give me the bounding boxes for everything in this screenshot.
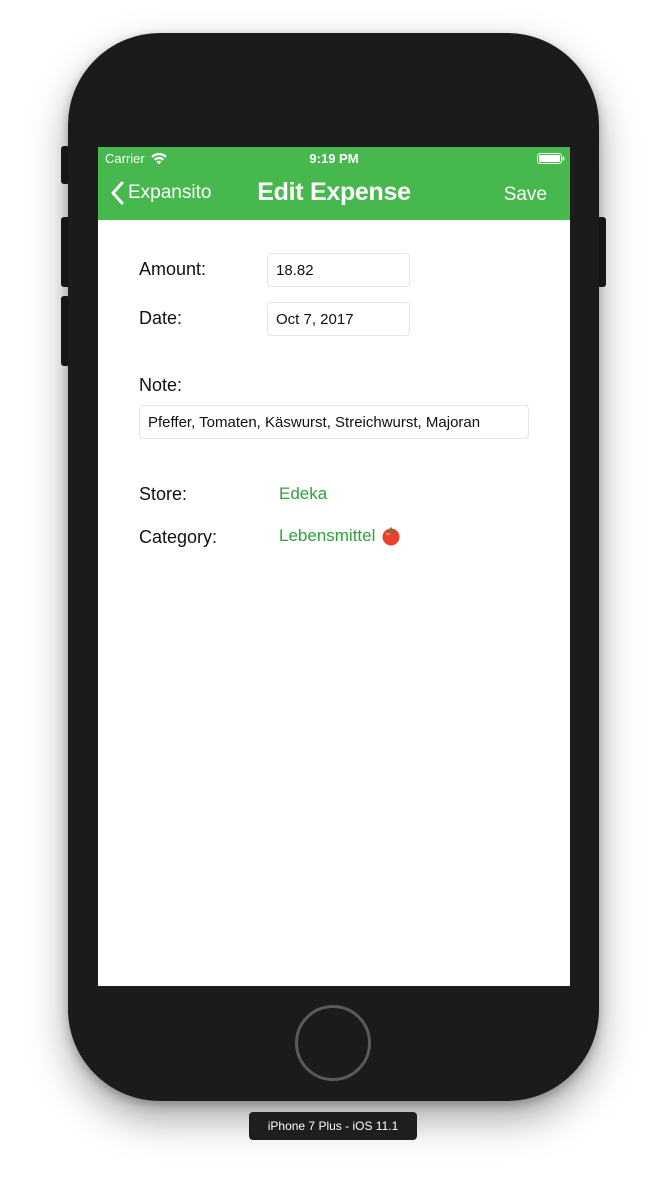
save-button[interactable]: Save (504, 184, 547, 206)
back-button-label: Expansito (128, 182, 212, 203)
category-label: Category: (139, 527, 218, 547)
category-value: Lebensmittel (279, 526, 376, 545)
date-label: Date: (139, 308, 183, 328)
simulator-stage: Carrier 9:19 PM Expansito Edit Expense S… (0, 0, 667, 1182)
home-button[interactable] (295, 1005, 371, 1081)
back-button[interactable]: Expansito (110, 181, 211, 205)
battery-icon (537, 153, 565, 164)
amount-label: Amount: (139, 259, 207, 279)
navigation-bar: Carrier 9:19 PM Expansito Edit Expense S… (98, 147, 570, 220)
note-input[interactable] (139, 405, 529, 439)
store-value: Edeka (279, 484, 328, 503)
tomato-icon (382, 527, 400, 546)
date-input[interactable] (267, 302, 410, 336)
device-caption: iPhone 7 Plus - iOS 11.1 (249, 1112, 417, 1140)
category-selector[interactable]: Lebensmittel (279, 526, 401, 546)
note-label: Note: (139, 375, 183, 395)
amount-input[interactable] (267, 253, 410, 287)
store-label: Store: (139, 484, 188, 504)
status-time: 9:19 PM (309, 151, 359, 166)
chevron-left-icon (111, 181, 124, 205)
app-screen: Carrier 9:19 PM Expansito Edit Expense S… (98, 147, 570, 986)
store-selector[interactable]: Edeka (279, 484, 327, 504)
